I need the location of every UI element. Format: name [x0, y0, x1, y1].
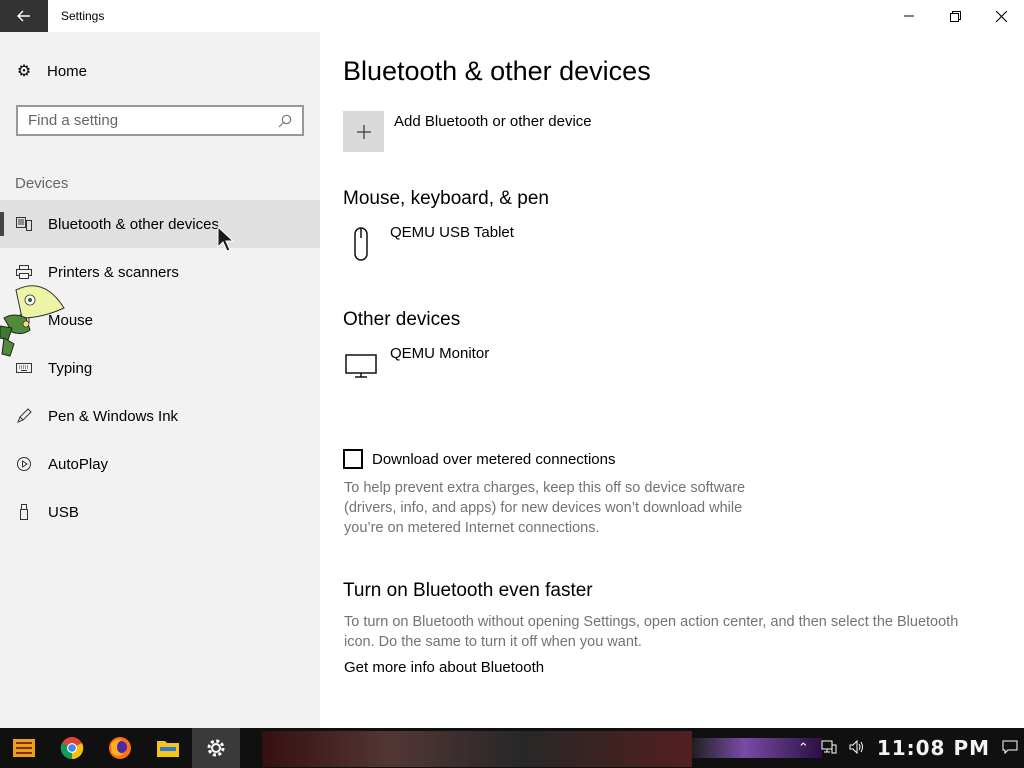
window-controls: [886, 0, 1024, 32]
minimize-icon: [904, 15, 914, 17]
section-label-devices: Devices: [15, 175, 69, 192]
action-center-icon[interactable]: [1002, 740, 1018, 757]
pen-icon: [0, 408, 48, 424]
add-device-label: Add Bluetooth or other device: [394, 113, 592, 130]
volume-icon[interactable]: [849, 739, 865, 757]
taskbar-wallpaper-strip: [262, 731, 692, 767]
faster-desc-line: To turn on Bluetooth without opening Set…: [344, 614, 959, 630]
network-icon[interactable]: [821, 740, 837, 757]
settings-icon[interactable]: [192, 728, 240, 768]
sidebar-item-typing[interactable]: Typing: [0, 344, 320, 392]
mouse-icon: [343, 226, 379, 262]
home-link[interactable]: ⚙ Home: [15, 62, 88, 81]
back-button[interactable]: [0, 0, 48, 32]
checkbox-box[interactable]: [343, 449, 363, 469]
sidebar-item-printers[interactable]: Printers & scanners: [0, 248, 320, 296]
sidebar-item-mouse[interactable]: Mouse: [0, 296, 320, 344]
sidebar-item-label: Mouse: [48, 311, 94, 329]
chrome-icon[interactable]: [48, 728, 96, 768]
add-device-button[interactable]: Add Bluetooth or other device: [343, 111, 592, 152]
device-name: QEMU USB Tablet: [390, 224, 514, 241]
close-button[interactable]: [978, 0, 1024, 32]
mouse-keyboard-pen-heading: Mouse, keyboard, & pen: [343, 188, 549, 209]
restore-button[interactable]: [932, 0, 978, 32]
bluetooth-faster-description: To turn on Bluetooth without opening Set…: [344, 612, 958, 652]
keyboard-icon: [0, 363, 48, 373]
usb-icon: [0, 504, 48, 520]
printer-icon: [0, 265, 48, 279]
more-info-bluetooth-link[interactable]: Get more info about Bluetooth: [344, 659, 544, 676]
sidebar-item-label: AutoPlay: [48, 455, 109, 473]
window-title: Settings: [61, 9, 105, 23]
device-name: QEMU Monitor: [390, 345, 490, 362]
autoplay-icon: [0, 456, 48, 472]
minimize-button[interactable]: [886, 0, 932, 32]
sidebar: ⚙ Home Find a setting Devices Bluetooth …: [0, 32, 320, 728]
bluetooth-devices-icon: [0, 217, 48, 231]
sidebar-item-label: Typing: [48, 359, 93, 377]
settings-window: Settings ⚙ Home Find a setting Devices B…: [0, 0, 1024, 728]
device-qemu-usb-tablet[interactable]: QEMU USB Tablet: [343, 224, 514, 262]
chevron-up-icon[interactable]: ⌃: [798, 740, 809, 756]
firefox-icon[interactable]: [96, 728, 144, 768]
title-bar: Settings: [0, 0, 1024, 32]
sidebar-nav: Bluetooth & other devices Printers & sca…: [0, 200, 320, 536]
arrow-left-icon: [17, 10, 30, 22]
search-placeholder: Find a setting: [28, 112, 119, 129]
other-devices-heading: Other devices: [343, 309, 461, 330]
metered-desc-line: To help prevent extra charges, keep this…: [344, 480, 746, 496]
sidebar-item-bluetooth[interactable]: Bluetooth & other devices: [0, 200, 320, 248]
metered-connections-checkbox[interactable]: Download over metered connections: [343, 449, 615, 469]
sidebar-item-label: USB: [48, 503, 79, 521]
mouse-icon: [0, 312, 48, 328]
plus-icon: [343, 111, 384, 152]
search-input[interactable]: Find a setting: [16, 105, 304, 136]
clock[interactable]: 11:08 PM: [877, 736, 990, 760]
sidebar-item-pen[interactable]: Pen & Windows Ink: [0, 392, 320, 440]
sidebar-item-autoplay[interactable]: AutoPlay: [0, 440, 320, 488]
sidebar-item-label: Printers & scanners: [48, 263, 179, 281]
metered-description: To help prevent extra charges, keep this…: [344, 478, 745, 538]
system-tray: ⌃ 11:08 PM: [792, 728, 1024, 768]
file-explorer-icon[interactable]: [144, 728, 192, 768]
device-qemu-monitor[interactable]: QEMU Monitor: [343, 345, 490, 383]
home-label: Home: [47, 62, 88, 80]
start-icon[interactable]: [0, 728, 48, 768]
faster-desc-line: icon. Do the same to turn it off when yo…: [344, 634, 642, 650]
metered-checkbox-label: Download over metered connections: [372, 450, 616, 468]
search-icon: [278, 114, 292, 127]
restore-icon: [949, 10, 961, 22]
sidebar-item-label: Bluetooth & other devices: [48, 215, 219, 233]
metered-desc-line: (drivers, info, and apps) for new device…: [344, 500, 743, 516]
taskbar: ⌃ 11:08 PM: [0, 728, 1024, 768]
sidebar-item-usb[interactable]: USB: [0, 488, 320, 536]
metered-desc-line: you’re on metered Internet connections.: [344, 520, 600, 536]
bluetooth-faster-heading: Turn on Bluetooth even faster: [343, 580, 593, 601]
gear-icon: ⚙: [16, 63, 32, 80]
sidebar-item-label: Pen & Windows Ink: [48, 407, 179, 425]
monitor-icon: [343, 347, 379, 383]
close-icon: [995, 10, 1007, 22]
page-title: Bluetooth & other devices: [343, 56, 651, 86]
